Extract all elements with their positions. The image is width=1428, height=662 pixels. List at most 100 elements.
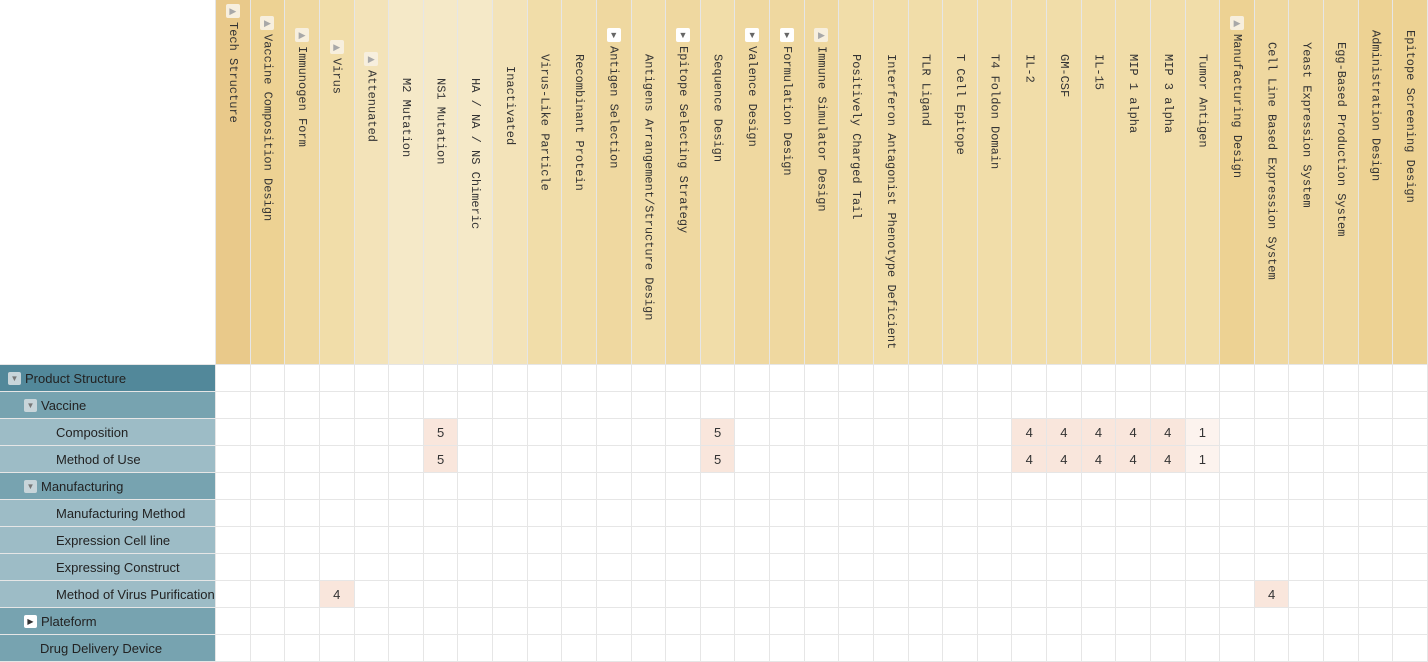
matrix-cell[interactable] — [1289, 608, 1324, 634]
matrix-cell[interactable] — [700, 554, 735, 580]
matrix-cell[interactable] — [389, 608, 423, 634]
matrix-cell[interactable] — [250, 365, 285, 391]
matrix-cell[interactable] — [527, 554, 562, 580]
matrix-cell[interactable] — [839, 500, 873, 526]
caret-down-icon[interactable]: ▼ — [8, 371, 21, 385]
matrix-cell[interactable] — [1047, 608, 1081, 634]
matrix-cell[interactable] — [250, 473, 285, 499]
matrix-cell[interactable] — [319, 365, 354, 391]
matrix-cell[interactable] — [285, 392, 319, 418]
matrix-cell[interactable] — [873, 527, 908, 553]
matrix-cell[interactable] — [285, 608, 319, 634]
matrix-cell[interactable] — [873, 419, 908, 445]
row-header[interactable]: Drug Delivery Device — [0, 635, 215, 661]
matrix-cell[interactable] — [1012, 635, 1047, 661]
matrix-cell[interactable] — [908, 392, 943, 418]
matrix-cell[interactable] — [839, 446, 873, 472]
matrix-cell[interactable] — [1289, 446, 1324, 472]
matrix-cell[interactable] — [735, 473, 770, 499]
matrix-cell[interactable] — [1358, 608, 1393, 634]
matrix-cell[interactable] — [562, 608, 596, 634]
matrix-cell[interactable] — [943, 500, 977, 526]
matrix-cell[interactable] — [423, 473, 458, 499]
matrix-cell[interactable] — [873, 365, 908, 391]
column-header[interactable]: Antigens Arrangement/Structure Design — [631, 0, 666, 364]
matrix-cell[interactable] — [354, 446, 389, 472]
matrix-cell[interactable] — [735, 419, 770, 445]
matrix-cell[interactable] — [354, 365, 389, 391]
matrix-cell[interactable] — [493, 581, 527, 607]
matrix-cell[interactable] — [319, 500, 354, 526]
matrix-cell[interactable] — [319, 527, 354, 553]
matrix-cell[interactable] — [1220, 527, 1254, 553]
matrix-cell[interactable] — [1254, 446, 1289, 472]
matrix-cell[interactable] — [423, 527, 458, 553]
matrix-cell[interactable] — [770, 635, 804, 661]
matrix-cell[interactable] — [631, 446, 666, 472]
caret-down-icon[interactable]: ▼ — [24, 398, 37, 412]
matrix-cell[interactable] — [804, 446, 839, 472]
matrix-cell[interactable] — [770, 554, 804, 580]
matrix-cell[interactable] — [389, 419, 423, 445]
matrix-cell[interactable] — [1220, 635, 1254, 661]
matrix-cell[interactable] — [700, 635, 735, 661]
matrix-cell[interactable] — [596, 554, 631, 580]
matrix-cell[interactable] — [493, 500, 527, 526]
matrix-cell[interactable] — [804, 635, 839, 661]
column-header[interactable]: GM-CSF — [1047, 0, 1081, 364]
matrix-cell[interactable] — [285, 365, 319, 391]
matrix-cell[interactable] — [1116, 581, 1150, 607]
matrix-cell[interactable] — [839, 608, 873, 634]
matrix-cell[interactable]: 4 — [319, 581, 354, 607]
matrix-cell[interactable] — [1185, 554, 1220, 580]
caret-down-icon[interactable]: ▼ — [606, 28, 621, 42]
matrix-cell[interactable] — [527, 500, 562, 526]
matrix-cell[interactable] — [1012, 527, 1047, 553]
matrix-cell[interactable] — [631, 365, 666, 391]
matrix-cell[interactable] — [943, 446, 977, 472]
matrix-cell[interactable] — [873, 473, 908, 499]
matrix-cell[interactable] — [631, 527, 666, 553]
caret-right-icon[interactable]: ▶ — [814, 28, 829, 42]
row-header[interactable]: Composition — [0, 419, 215, 445]
matrix-cell[interactable] — [631, 554, 666, 580]
column-header[interactable]: ▼ Formulation Design — [770, 0, 804, 364]
matrix-cell[interactable] — [1289, 527, 1324, 553]
matrix-cell[interactable] — [389, 635, 423, 661]
matrix-cell[interactable] — [319, 446, 354, 472]
matrix-cell[interactable] — [1081, 635, 1116, 661]
matrix-cell[interactable] — [908, 554, 943, 580]
matrix-cell[interactable]: 5 — [700, 446, 735, 472]
matrix-cell[interactable] — [1081, 473, 1116, 499]
caret-down-icon[interactable]: ▼ — [745, 28, 760, 42]
matrix-cell[interactable] — [527, 608, 562, 634]
matrix-cell[interactable] — [700, 527, 735, 553]
matrix-cell[interactable] — [908, 500, 943, 526]
matrix-cell[interactable] — [735, 500, 770, 526]
row-header[interactable]: ▼ Manufacturing — [0, 473, 215, 499]
matrix-cell[interactable] — [389, 500, 423, 526]
matrix-cell[interactable] — [631, 581, 666, 607]
matrix-cell[interactable] — [1150, 581, 1185, 607]
matrix-cell[interactable] — [319, 419, 354, 445]
matrix-cell[interactable] — [1289, 635, 1324, 661]
matrix-cell[interactable] — [631, 392, 666, 418]
matrix-cell[interactable] — [1324, 500, 1358, 526]
column-header[interactable]: ▼ Epitope Selecting Strategy — [666, 0, 700, 364]
matrix-cell[interactable] — [1324, 554, 1358, 580]
column-header[interactable]: M2 Mutation — [389, 0, 423, 364]
matrix-cell[interactable] — [977, 419, 1012, 445]
matrix-cell[interactable] — [527, 446, 562, 472]
matrix-cell[interactable]: 4 — [1081, 446, 1116, 472]
matrix-cell[interactable] — [977, 392, 1012, 418]
column-header[interactable]: MIP 3 alpha — [1150, 0, 1185, 364]
matrix-cell[interactable] — [1116, 392, 1150, 418]
matrix-cell[interactable] — [423, 581, 458, 607]
matrix-cell[interactable] — [943, 581, 977, 607]
matrix-cell[interactable] — [1150, 473, 1185, 499]
column-header[interactable]: Inactivated — [493, 0, 527, 364]
matrix-cell[interactable] — [631, 635, 666, 661]
matrix-cell[interactable] — [1185, 527, 1220, 553]
matrix-cell[interactable] — [216, 473, 250, 499]
matrix-cell[interactable] — [1220, 419, 1254, 445]
